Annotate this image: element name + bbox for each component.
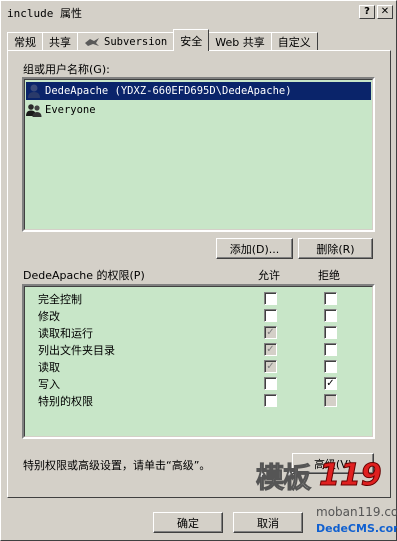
- ok-button[interactable]: 确定: [153, 512, 223, 533]
- security-panel: [7, 50, 391, 498]
- watermark-dede: DedeCMS.com: [316, 522, 397, 535]
- tab-strip: 常规 共享 Subversion 安全 Web 共享 自定义: [7, 29, 318, 51]
- close-button[interactable]: ✕: [377, 5, 393, 19]
- tab-subversion[interactable]: Subversion: [77, 32, 175, 51]
- tab-sharing[interactable]: 共享: [42, 32, 78, 51]
- watermark-url: moban119.com: [316, 505, 397, 519]
- properties-window: include 属性 ? ✕ 常规 共享 Subversion 安全 Web 共…: [0, 0, 397, 541]
- title-bar[interactable]: include 属性 ? ✕: [4, 4, 393, 22]
- tab-custom[interactable]: 自定义: [270, 32, 318, 51]
- tab-security[interactable]: 安全: [173, 29, 210, 51]
- subversion-icon: [85, 38, 99, 46]
- window-title: include 属性: [7, 7, 82, 20]
- tab-general[interactable]: 常规: [7, 32, 43, 51]
- help-button[interactable]: ?: [359, 5, 375, 19]
- tab-web-sharing[interactable]: Web 共享: [208, 32, 272, 51]
